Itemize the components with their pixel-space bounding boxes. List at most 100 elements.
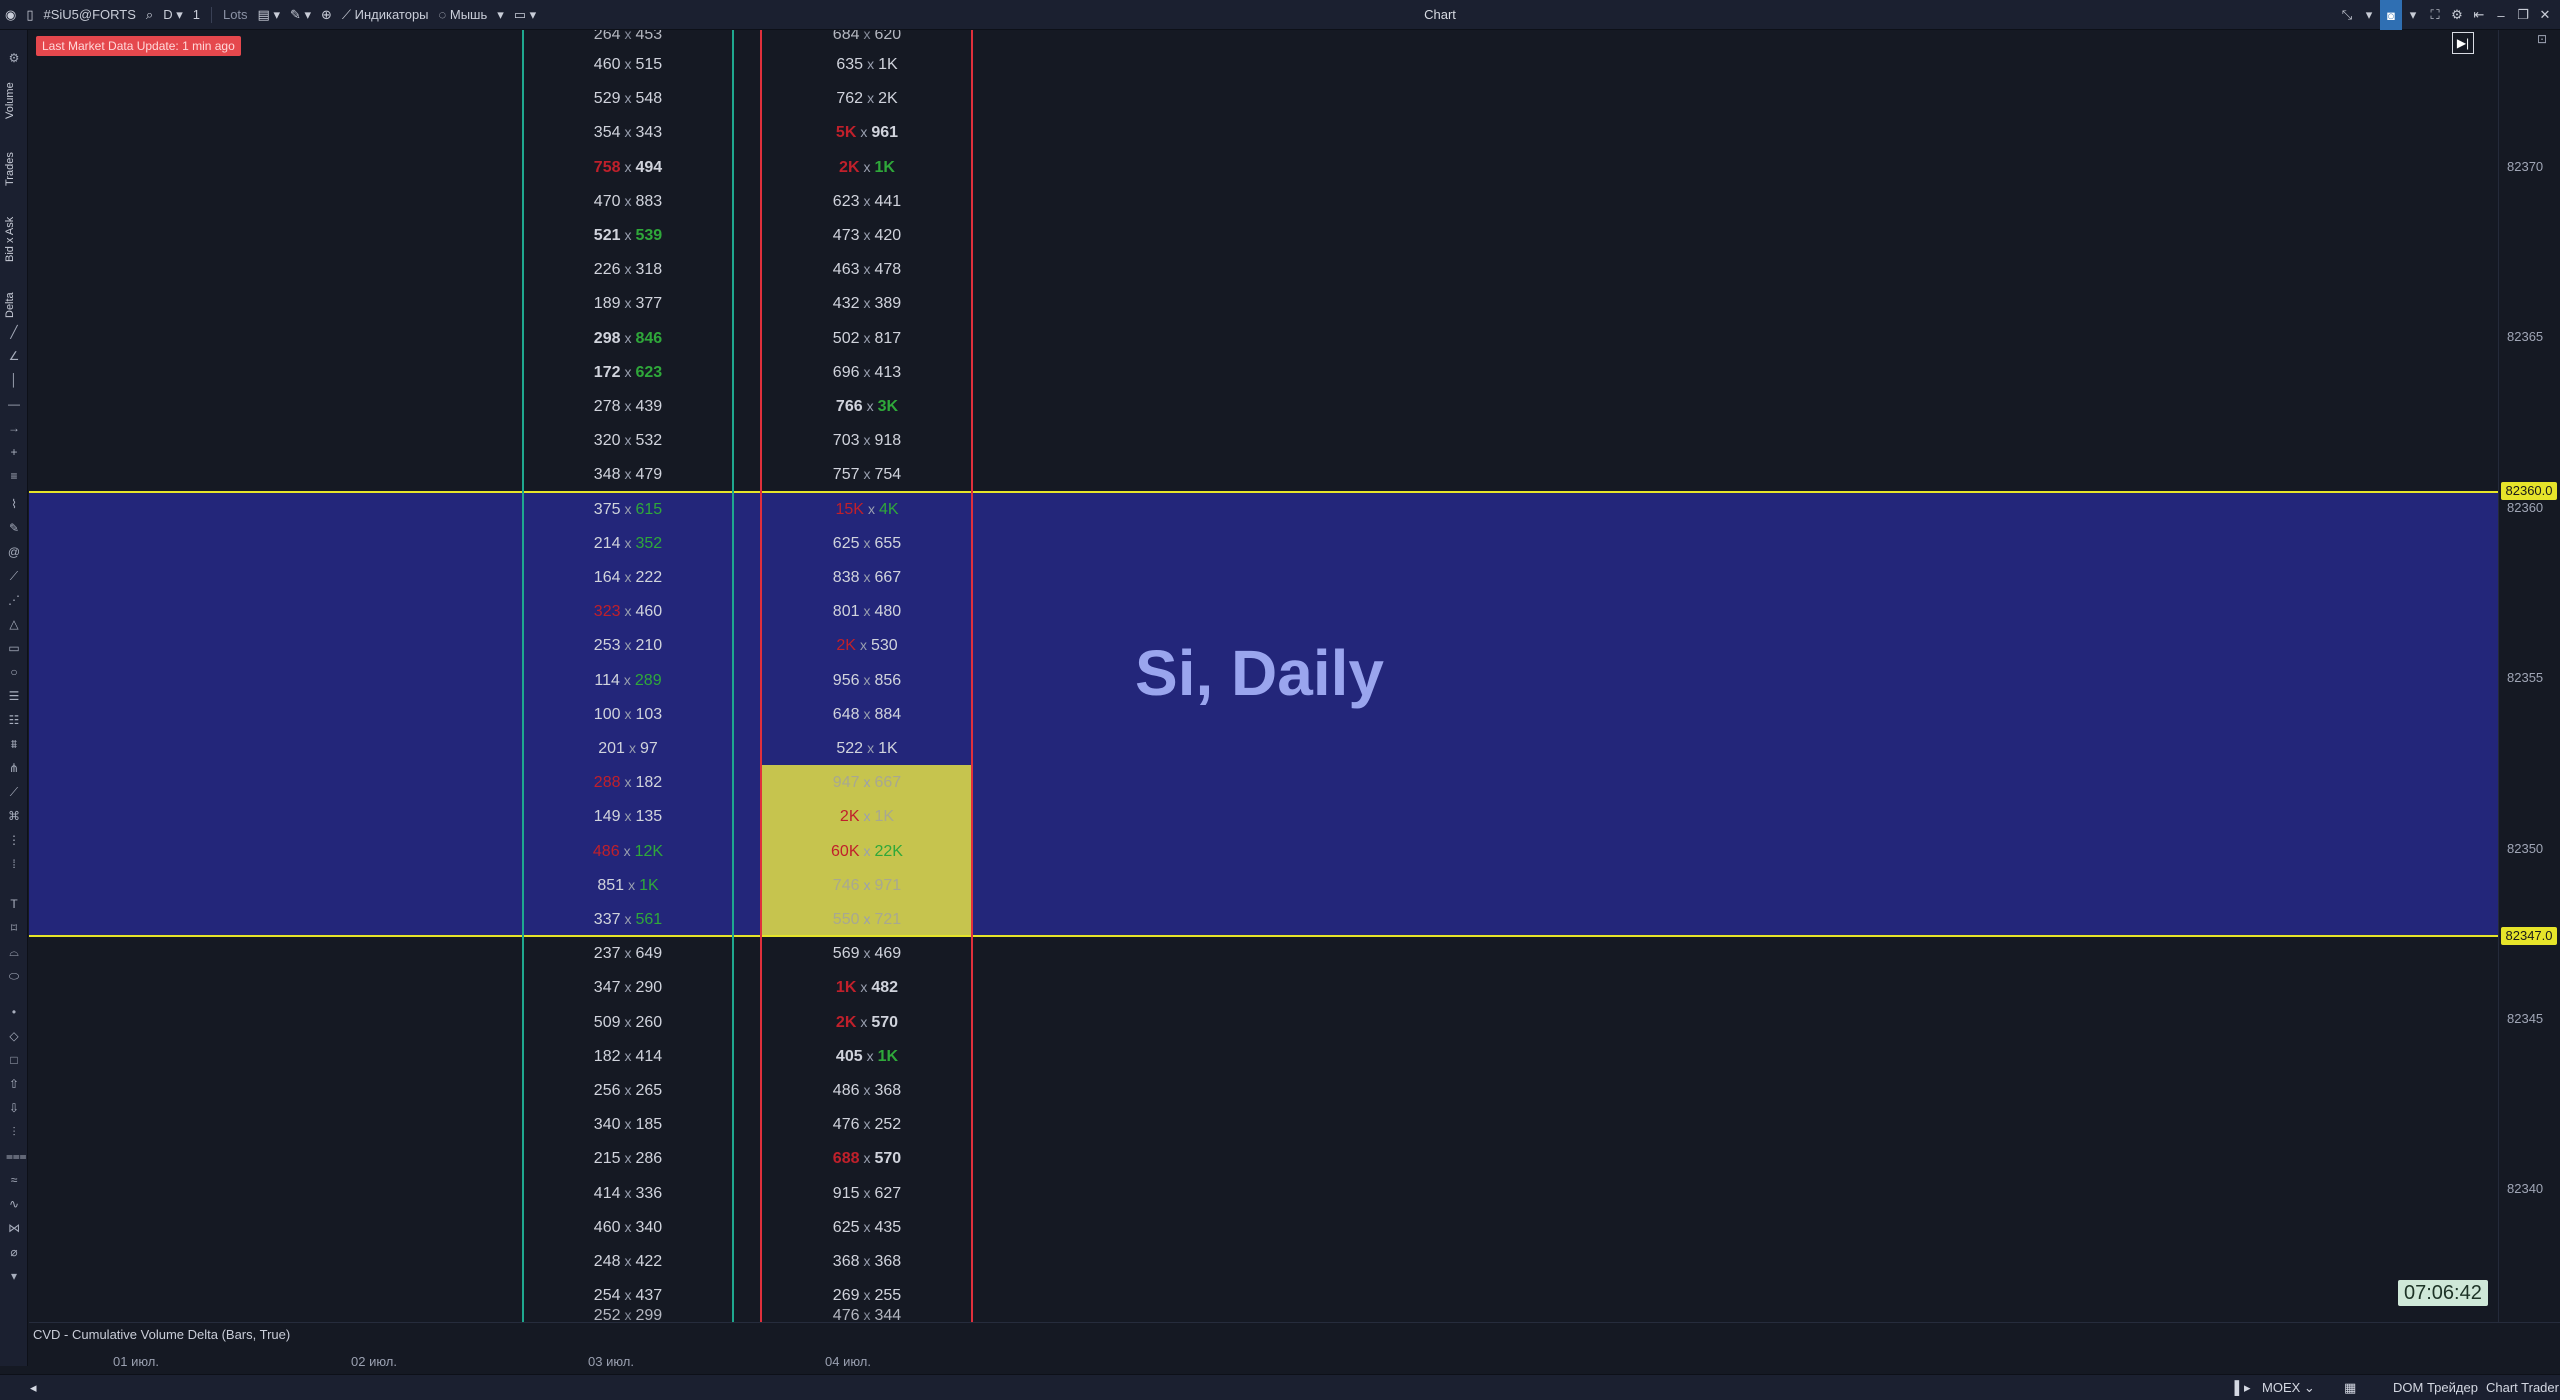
rectangle-tool-icon[interactable]: ▭ bbox=[6, 640, 22, 656]
pen-tool-icon[interactable]: ✎ bbox=[6, 520, 22, 536]
chart-type-icon[interactable]: ▤ ▾ bbox=[253, 0, 285, 30]
mouse-mode-dropdown-icon[interactable]: ▾ bbox=[492, 0, 509, 30]
dom-trader-button[interactable]: DOM Трейдер bbox=[2393, 1375, 2478, 1400]
fib-tool-icon[interactable]: ☰ bbox=[6, 688, 22, 704]
scroll-handle-icon[interactable]: ▐ bbox=[2230, 1375, 2239, 1400]
scroll-to-end-button[interactable]: ▶| bbox=[2452, 32, 2474, 54]
app-logo-icon[interactable]: ◉ bbox=[0, 0, 21, 30]
multiplier-field[interactable]: 1 bbox=[188, 0, 205, 30]
down-marker-icon[interactable]: ⇩ bbox=[6, 1100, 22, 1116]
tag-tool-icon[interactable]: ⌑ bbox=[6, 920, 22, 936]
templates-icon[interactable]: ▭ ▾ bbox=[509, 0, 541, 30]
regression-tool-icon[interactable]: ⟋ bbox=[6, 784, 22, 800]
axis-settings-icon[interactable]: ⊡ bbox=[2537, 32, 2547, 46]
cycle-tool-icon[interactable]: ⌘ bbox=[6, 808, 22, 824]
link-icon[interactable]: ▯ bbox=[21, 0, 38, 30]
exchange-select[interactable]: MOEX ⌄ bbox=[2262, 1375, 2315, 1400]
horizontal-line-icon[interactable]: — bbox=[6, 396, 22, 412]
lots-button[interactable]: Lots bbox=[218, 0, 253, 30]
collapse-toolstrip-icon[interactable]: ▾ bbox=[6, 1268, 22, 1284]
sine-tool-icon[interactable]: ∿ bbox=[6, 1196, 22, 1212]
restore-icon[interactable]: ❐ bbox=[2512, 0, 2534, 30]
levels-tool-icon[interactable]: ⫶ bbox=[6, 1124, 22, 1140]
footprint-cell: 625 x 435 bbox=[767, 1216, 967, 1238]
tab-bid-ask[interactable]: Bid x Ask bbox=[4, 206, 24, 272]
timeframe-select[interactable]: D ▾ bbox=[158, 0, 188, 30]
camera-icon[interactable]: ◙ bbox=[2380, 0, 2402, 30]
pitchfork-tool-icon[interactable]: ⋔ bbox=[6, 760, 22, 776]
search-icon[interactable]: ⌕ bbox=[141, 0, 158, 30]
indicators-button[interactable]: ⟋ Индикаторы bbox=[337, 0, 434, 30]
settings-icon[interactable]: ⚙ bbox=[2446, 0, 2468, 30]
chart-trader-button[interactable]: Chart Trader bbox=[2486, 1375, 2559, 1400]
symbol-label[interactable]: #SiU5@FORTS bbox=[39, 0, 141, 30]
text-tool-icon[interactable]: T bbox=[6, 896, 22, 912]
camera-dropdown-icon[interactable]: ▾ bbox=[2402, 0, 2424, 30]
price-tick: 82355 bbox=[2507, 670, 2544, 685]
ruler-tool-icon[interactable]: ⟋ bbox=[6, 568, 22, 584]
bid-volume: 298 bbox=[593, 329, 621, 347]
indicator-label[interactable]: CVD - Cumulative Volume Delta (Bars, Tru… bbox=[33, 1327, 290, 1342]
price-axis[interactable]: 82370 82365 82360 82355 82350 82345 8234… bbox=[2498, 30, 2560, 1322]
level-line-lower[interactable] bbox=[29, 935, 2498, 938]
pin-icon[interactable]: ⇤ bbox=[2468, 0, 2490, 30]
level-line-upper[interactable] bbox=[29, 490, 2498, 493]
footprint-cell: 470 x 883 bbox=[528, 190, 728, 212]
ask-volume: 883 bbox=[635, 192, 663, 210]
arrow-tool-icon[interactable]: → bbox=[6, 420, 22, 436]
diamond-marker-icon[interactable]: ◇ bbox=[6, 1028, 22, 1044]
list-tool-icon[interactable]: ⩶ bbox=[6, 1148, 27, 1164]
date-axis[interactable]: 01 июл. 02 июл. 03 июл. 04 июл. bbox=[29, 1350, 2560, 1374]
mouse-mode-button[interactable]: ◌ Мышь bbox=[434, 0, 493, 30]
square-marker-icon[interactable]: □ bbox=[6, 1052, 22, 1068]
fullscreen-icon[interactable]: ⛶ bbox=[2424, 0, 2446, 30]
footprint-cell: 254 x 437 bbox=[528, 1284, 728, 1306]
label-tool-icon[interactable]: ⬭ bbox=[6, 968, 22, 984]
tab-volume[interactable]: Volume bbox=[4, 70, 24, 132]
minimize-icon[interactable]: – bbox=[2490, 0, 2512, 30]
ellipse-tool-icon[interactable]: ○ bbox=[6, 664, 22, 680]
angle-tool-icon[interactable]: ∠ bbox=[6, 348, 22, 364]
up-marker-icon[interactable]: ⇧ bbox=[6, 1076, 22, 1092]
indicator-pane[interactable]: CVD - Cumulative Volume Delta (Bars, Tru… bbox=[29, 1322, 2560, 1350]
settings-small-icon[interactable]: ⚙ bbox=[6, 50, 22, 66]
zigzag-tool-icon[interactable]: ⋈ bbox=[6, 1220, 22, 1236]
wave-tool-icon[interactable]: ≈ bbox=[6, 1172, 22, 1188]
crosshair-tool-icon[interactable]: + bbox=[6, 444, 22, 460]
tab-trades[interactable]: Trades bbox=[4, 140, 24, 198]
footprint-cell: 460 x 340 bbox=[528, 1216, 728, 1238]
dot-marker-icon[interactable]: • bbox=[6, 1004, 22, 1020]
draw-tools-icon[interactable]: ✎ ▾ bbox=[285, 0, 316, 30]
vertical-line-icon[interactable]: │ bbox=[6, 372, 22, 388]
bid-volume: 368 bbox=[832, 1253, 860, 1270]
callout-tool-icon[interactable]: ⌓ bbox=[6, 944, 22, 960]
line-tool-icon[interactable]: ╱ bbox=[6, 324, 22, 340]
close-icon[interactable]: ✕ bbox=[2534, 0, 2556, 30]
crosshair-icon[interactable]: ⤡ bbox=[2336, 0, 2358, 30]
erase-tool-icon[interactable]: ⌀ bbox=[6, 1244, 22, 1260]
measure-tool-icon[interactable]: ⋮ bbox=[6, 832, 22, 848]
scroll-left-icon[interactable]: ◂ bbox=[30, 1375, 37, 1400]
fib-extension-icon[interactable]: ☷ bbox=[6, 712, 22, 728]
scroll-right-icon[interactable]: ▸ bbox=[2244, 1375, 2251, 1400]
spiral-tool-icon[interactable]: @ bbox=[6, 544, 22, 560]
curve-tool-icon[interactable]: ⌇ bbox=[6, 496, 22, 512]
cell-separator: x bbox=[624, 329, 632, 346]
channel-tool-icon[interactable]: ≡ bbox=[6, 468, 22, 484]
dots-tool-icon[interactable]: ⁞ bbox=[6, 856, 22, 872]
bid-volume: 956 bbox=[832, 671, 860, 689]
bid-volume: 347 bbox=[593, 979, 621, 997]
calendar-icon[interactable]: ▦ bbox=[2344, 1375, 2356, 1400]
zoom-icon[interactable]: ⊕ bbox=[316, 0, 337, 30]
footprint-cell: 851 x 1K bbox=[528, 874, 728, 896]
gann-tool-icon[interactable]: ⩩ bbox=[6, 736, 22, 752]
cell-separator: x bbox=[863, 705, 871, 722]
bid-volume: 947 bbox=[832, 774, 860, 792]
chevron-down-icon[interactable]: ▾ bbox=[2358, 0, 2380, 30]
footprint-cell: 201 x 97 bbox=[528, 737, 728, 759]
triangle-tool-icon[interactable]: △ bbox=[6, 616, 22, 632]
highlight-zone[interactable] bbox=[29, 491, 2498, 937]
footprint-chart[interactable]: 264 x 453 684 x 620 460 x 515 635 x 1K 529 x 548 762 x 2K… bbox=[29, 30, 2498, 1322]
pattern-tool-icon[interactable]: ⋰ bbox=[6, 592, 22, 608]
tab-delta[interactable]: Delta bbox=[4, 280, 24, 330]
